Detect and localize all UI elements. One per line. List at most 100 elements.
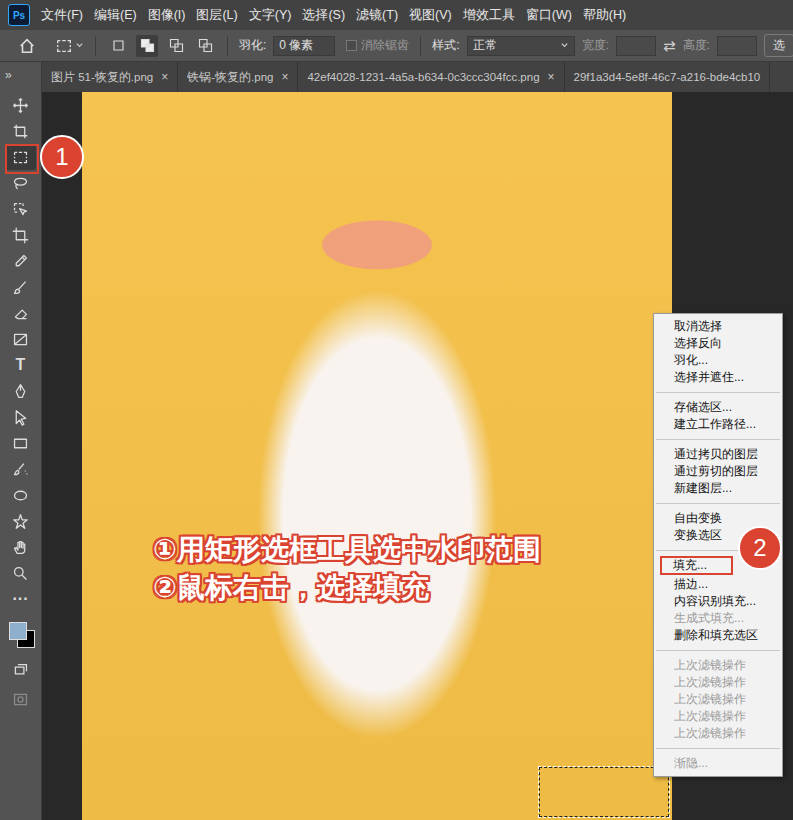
menu-separator (656, 650, 780, 651)
tool-button[interactable]: T (6, 352, 36, 378)
screen-mode-icon[interactable] (12, 662, 29, 679)
tool-button[interactable] (6, 560, 36, 586)
add-selection-icon (140, 38, 155, 53)
tool-button[interactable] (6, 92, 36, 118)
tool-button[interactable] (6, 274, 36, 300)
marquee-icon (12, 149, 29, 166)
tool-button[interactable] (6, 144, 36, 170)
tab-label: 铁锅-恢复的.png (187, 70, 273, 85)
menu-separator (656, 748, 780, 749)
context-menu-item[interactable]: 内容识别填充... (654, 593, 782, 610)
photo[interactable] (82, 92, 672, 820)
context-menu-item[interactable]: 通过剪切的图层 (654, 463, 782, 480)
menu-item[interactable]: 编辑(E) (94, 7, 137, 24)
tool-button[interactable] (6, 482, 36, 508)
tool-button[interactable] (6, 118, 36, 144)
panel-toggle[interactable]: » (0, 68, 12, 92)
zoom-icon (12, 565, 29, 582)
menu-item[interactable]: 选择(S) (302, 7, 345, 24)
context-menu-item[interactable]: 通过拷贝的图层 (654, 446, 782, 463)
photoshop-window: Ps 文件(F) 编辑(E) 图像(I) 图层(L) 文字(Y) 选择(S) 滤镜(T) 视图(… (0, 0, 793, 820)
context-menu-item[interactable]: 取消选择 (654, 318, 782, 335)
tool-button[interactable] (6, 508, 36, 534)
highlight-box (5, 144, 39, 174)
home-icon[interactable] (18, 37, 36, 55)
style-select[interactable]: 正常 (467, 36, 575, 56)
tool-button[interactable] (6, 378, 36, 404)
options-bar: 羽化:0 像素消除锯齿样式:正常宽度:⇄高度:选 (0, 30, 793, 62)
menu-item[interactable]: 文件(F) (41, 7, 83, 24)
context-menu-item: 生成式填充... (654, 610, 782, 627)
selection-mode-button[interactable] (165, 35, 187, 57)
chevron-icon (560, 41, 569, 50)
tool-button[interactable]: ··· (6, 586, 36, 612)
hand-icon (12, 539, 29, 556)
tool-button[interactable] (6, 300, 36, 326)
width-input[interactable] (616, 36, 656, 56)
context-menu-item[interactable]: 选择反向 (654, 335, 782, 352)
selection-marquee[interactable] (538, 766, 670, 818)
selection-mode-button[interactable] (194, 35, 216, 57)
menu-item[interactable]: 文字(Y) (249, 7, 292, 24)
tool-button[interactable] (6, 222, 36, 248)
tab-close-button[interactable]: × (161, 70, 168, 84)
document-tab[interactable]: 42ef4028-1231-4a5a-b634-0c3ccc304fcc.png… (298, 62, 564, 92)
swap-size-button[interactable]: ⇄ (663, 37, 676, 55)
tool-preset[interactable] (55, 37, 84, 55)
height-input[interactable] (717, 36, 757, 56)
menu-item[interactable]: 窗口(W) (526, 7, 572, 24)
feather-input[interactable]: 0 像素 (273, 36, 335, 56)
context-menu-item[interactable]: 删除和填充选区 (654, 627, 782, 644)
color-swatches[interactable] (6, 620, 36, 650)
puppet-icon (12, 513, 29, 530)
menu-item[interactable]: 滤镜(T) (356, 7, 398, 24)
context-menu-item[interactable]: 建立工作路径... (654, 416, 782, 433)
tool-button[interactable] (6, 430, 36, 456)
document-tab[interactable]: 图片 51-恢复的.png× (42, 62, 178, 92)
quick-mask-icon[interactable] (12, 691, 29, 708)
select-and-mask-button[interactable]: 选 (764, 34, 793, 57)
selection-mode-button[interactable] (136, 35, 158, 57)
tab-close-button[interactable]: × (548, 70, 555, 84)
tool-button[interactable] (6, 248, 36, 274)
context-menu-item[interactable]: 新建图层... (654, 480, 782, 497)
foreground-color[interactable] (9, 622, 27, 640)
menu-item[interactable]: 图像(I) (148, 7, 186, 24)
menu-item[interactable]: 帮助(H) (583, 7, 626, 24)
toolbar: » T ··· (0, 62, 42, 820)
menu-item[interactable]: 增效工具 (463, 7, 515, 24)
annotation-line: ①用矩形选框工具选中水印范围 (153, 533, 541, 567)
pen-icon (12, 383, 29, 400)
document-tab[interactable]: 铁锅-恢复的.png × (178, 62, 298, 92)
step-badge: 1 (40, 135, 84, 179)
object-select-icon (12, 201, 29, 218)
tab-close-button[interactable]: × (281, 70, 288, 84)
tool-button[interactable] (6, 196, 36, 222)
context-menu-item: 上次滤镜操作 (654, 657, 782, 674)
menu-item[interactable]: 视图(V) (409, 7, 452, 24)
context-menu-item[interactable]: 羽化... (654, 352, 782, 369)
menu-item[interactable]: 图层(L) (196, 7, 237, 24)
tool-button[interactable] (6, 404, 36, 430)
context-menu-item[interactable]: 描边... (654, 576, 782, 593)
context-menu-item[interactable]: 存储选区... (654, 399, 782, 416)
context-menu-item: 上次滤镜操作 (654, 674, 782, 691)
eraser-icon (12, 305, 29, 322)
tool-button[interactable] (6, 534, 36, 560)
context-menu-item[interactable]: 填充... (661, 557, 732, 574)
marquee-icon (55, 37, 73, 55)
context-menu-item[interactable]: 自由变换 (654, 510, 782, 527)
document-tab[interactable]: 29f1a3d4-5e8f-46c7-a216-bde4cb10 (565, 62, 771, 92)
rectangle-icon (12, 435, 29, 452)
context-menu-item[interactable]: 选择并遮住... (654, 369, 782, 386)
context-menu-item: 上次滤镜操作 (654, 691, 782, 708)
app-logo[interactable]: Ps (8, 4, 30, 26)
menu-separator (656, 503, 780, 504)
tool-button[interactable] (6, 456, 36, 482)
style-label: 样式: (432, 37, 459, 54)
tool-button[interactable] (6, 326, 36, 352)
antialias-checkbox[interactable]: 消除锯齿 (346, 37, 409, 54)
selection-mode-button[interactable] (107, 35, 129, 57)
eyedropper-icon (12, 253, 29, 270)
context-menu-item: 渐隐... (654, 755, 782, 772)
